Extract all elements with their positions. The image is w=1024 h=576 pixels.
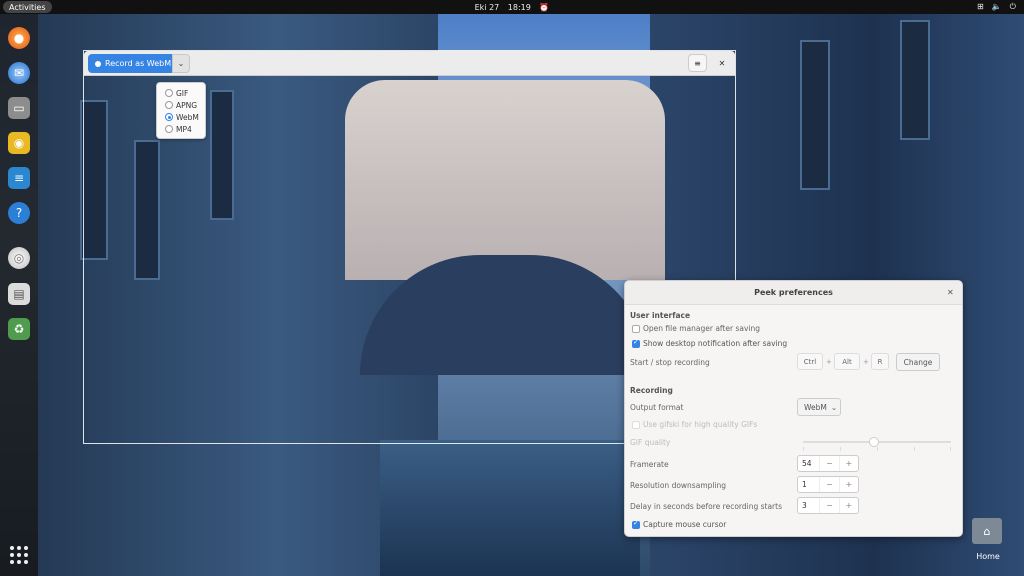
- output-format-label: Output format: [630, 403, 684, 412]
- radio-button-selected[interactable]: [165, 113, 173, 121]
- clock-date: Eki 27: [474, 2, 500, 12]
- change-shortcut-button[interactable]: Change: [896, 353, 940, 371]
- minus-icon[interactable]: −: [819, 456, 838, 471]
- help-icon[interactable]: ?: [8, 202, 30, 224]
- plus-icon[interactable]: +: [838, 477, 858, 492]
- framerate-label: Framerate: [630, 460, 669, 469]
- dialog-close-button[interactable]: ✕: [947, 288, 954, 297]
- wallpaper-window: [800, 40, 830, 190]
- chevron-down-icon: ⌄: [177, 59, 185, 68]
- files-icon[interactable]: ▭: [8, 97, 30, 119]
- chevron-down-icon: ⌄: [830, 402, 838, 412]
- radio-button[interactable]: [165, 125, 173, 133]
- format-option-label: MP4: [176, 124, 192, 134]
- peek-headerbar: Record as WebM ⌄ ≡ ✕: [84, 51, 735, 76]
- plus-separator: +: [826, 358, 832, 366]
- system-menu[interactable]: ⊞ 🔈 ⏻: [977, 2, 1016, 12]
- format-option-label: WebM: [176, 112, 199, 122]
- clock-time: 18:19: [507, 2, 531, 12]
- show-apps-icon[interactable]: [10, 546, 28, 564]
- rhythmbox-icon[interactable]: ◉: [8, 132, 30, 154]
- downsampling-spinbutton[interactable]: 1 − +: [797, 476, 859, 493]
- plus-separator: +: [863, 358, 869, 366]
- checkbox-checked[interactable]: [632, 519, 640, 529]
- framerate-spinbutton[interactable]: 54 − +: [797, 455, 859, 472]
- close-icon: ✕: [718, 58, 726, 68]
- key-alt: Alt: [834, 353, 860, 370]
- checkbox-label: Open file manager after saving: [643, 324, 760, 333]
- checkbox[interactable]: [632, 324, 640, 333]
- capture-cursor-checkbox[interactable]: Capture mouse cursor: [632, 519, 727, 529]
- plus-icon[interactable]: +: [838, 456, 858, 471]
- firefox-icon[interactable]: ●: [8, 27, 30, 49]
- open-file-manager-checkbox[interactable]: Open file manager after saving: [632, 324, 760, 333]
- delay-value[interactable]: 3: [798, 498, 819, 513]
- output-format-value: WebM: [804, 402, 827, 412]
- slider-handle[interactable]: [869, 437, 879, 447]
- slider-tick: [914, 447, 915, 451]
- home-folder-label[interactable]: Home: [960, 552, 1016, 561]
- network-icon: ⊞: [977, 2, 984, 11]
- output-format-select[interactable]: WebM ⌄: [797, 398, 841, 416]
- drive-icon[interactable]: ▤: [8, 283, 30, 305]
- format-dropdown-button[interactable]: ⌄: [172, 54, 190, 73]
- slider-tick: [840, 447, 841, 451]
- format-popover: GIF APNG WebM MP4: [156, 82, 206, 139]
- disc-icon[interactable]: ◎: [8, 247, 30, 269]
- key-r: R: [871, 353, 889, 370]
- downsampling-value[interactable]: 1: [798, 477, 819, 492]
- gif-quality-label: GIF quality: [630, 438, 671, 447]
- minus-icon[interactable]: −: [819, 498, 838, 513]
- key-ctrl: Ctrl: [797, 353, 823, 370]
- wallpaper-canal: [380, 440, 640, 576]
- minus-icon[interactable]: −: [819, 477, 838, 492]
- top-bar: Activities Eki 27 18:19 ⏰ ⊞ 🔈 ⏻: [0, 0, 1024, 14]
- dock: ● ✉ ▭ ◉ ≡ ? ◎ ▤ ♻: [0, 14, 38, 576]
- section-user-interface: User interface: [630, 311, 691, 320]
- gifski-checkbox[interactable]: Use gifski for high quality GIFs: [632, 420, 757, 429]
- dialog-title: Peek preferences: [625, 281, 962, 305]
- plus-icon[interactable]: +: [838, 498, 858, 513]
- radio-button[interactable]: [165, 89, 173, 97]
- checkbox-label: Use gifski for high quality GIFs: [643, 420, 758, 429]
- radio-button[interactable]: [165, 101, 173, 109]
- downsampling-label: Resolution downsampling: [630, 481, 727, 490]
- checkbox-label: Show desktop notification after saving: [643, 339, 788, 348]
- thunderbird-icon[interactable]: ✉: [8, 62, 30, 84]
- close-icon: ✕: [947, 288, 954, 297]
- slider-tick: [803, 447, 804, 451]
- delay-label: Delay in seconds before recording starts: [630, 502, 782, 511]
- format-option-mp4[interactable]: MP4: [165, 123, 205, 135]
- clock[interactable]: Eki 27 18:19 ⏰: [0, 3, 1024, 12]
- format-option-gif[interactable]: GIF: [165, 87, 205, 99]
- record-button[interactable]: Record as WebM: [88, 54, 172, 73]
- checkbox-checked[interactable]: [632, 338, 640, 348]
- delay-spinbutton[interactable]: 3 − +: [797, 497, 859, 514]
- checkbox[interactable]: [632, 420, 640, 429]
- framerate-value[interactable]: 54: [798, 456, 819, 471]
- alarm-icon: ⏰: [539, 2, 550, 12]
- format-option-apng[interactable]: APNG: [165, 99, 205, 111]
- format-option-webm[interactable]: WebM: [165, 111, 205, 123]
- start-stop-label: Start / stop recording: [630, 358, 710, 367]
- volume-icon: 🔈: [991, 2, 1002, 11]
- close-button[interactable]: ✕: [715, 56, 729, 70]
- writer-icon[interactable]: ≡: [8, 167, 30, 189]
- hamburger-icon: ≡: [694, 58, 701, 68]
- format-option-label: GIF: [176, 88, 189, 98]
- slider-tick: [950, 447, 951, 451]
- hamburger-menu-button[interactable]: ≡: [688, 54, 707, 72]
- show-notification-checkbox[interactable]: Show desktop notification after saving: [632, 338, 788, 348]
- record-icon: [95, 60, 101, 67]
- record-button-label: Record as WebM: [105, 59, 172, 68]
- trash-icon[interactable]: ♻: [8, 318, 30, 340]
- power-icon: ⏻: [1009, 2, 1016, 11]
- checkbox-label: Capture mouse cursor: [643, 520, 727, 529]
- section-recording: Recording: [630, 386, 673, 395]
- home-folder-icon[interactable]: ⌂: [972, 518, 1002, 544]
- slider-tick: [877, 447, 878, 451]
- format-option-label: APNG: [176, 100, 198, 110]
- wallpaper-window: [900, 20, 930, 140]
